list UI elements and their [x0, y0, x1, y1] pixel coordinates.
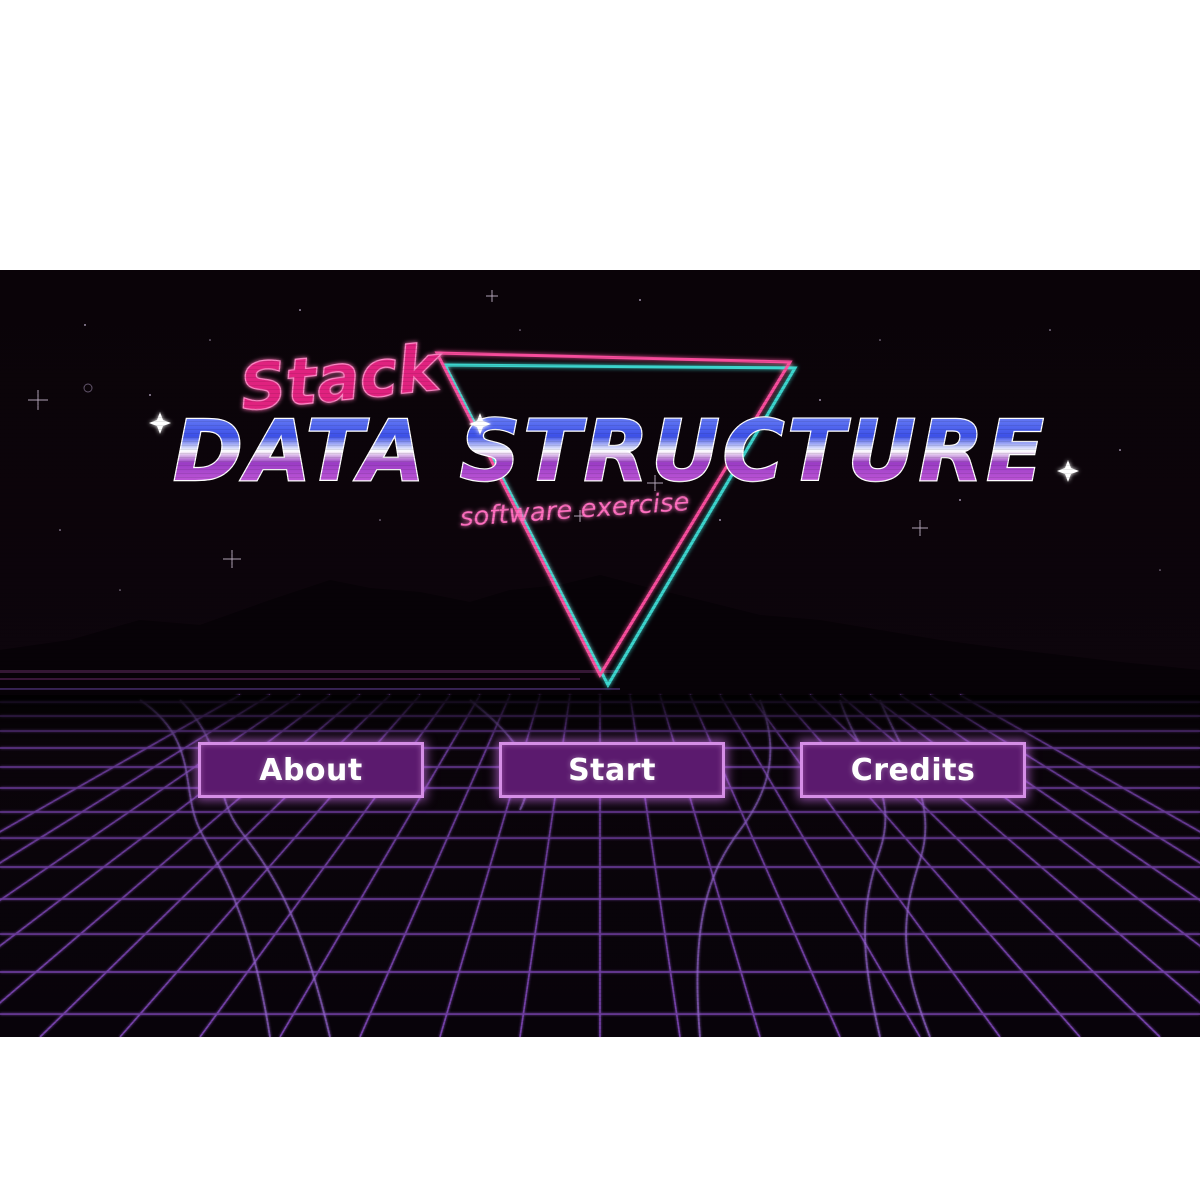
sparkle-icon — [28, 290, 928, 568]
starfield — [59, 299, 1161, 591]
retro-background — [0, 290, 1200, 1037]
credits-button[interactable]: Credits — [800, 742, 1026, 798]
title-screen: DATA STRUCTURE Stack software exercise A… — [0, 270, 1200, 1037]
start-button[interactable]: Start — [499, 742, 725, 798]
mountain-silhouette — [0, 575, 1200, 700]
about-button[interactable]: About — [198, 742, 424, 798]
page: DATA STRUCTURE Stack software exercise A… — [0, 0, 1200, 1200]
main-menu: About Start Credits — [0, 742, 1200, 802]
planet-ring — [83, 383, 93, 393]
